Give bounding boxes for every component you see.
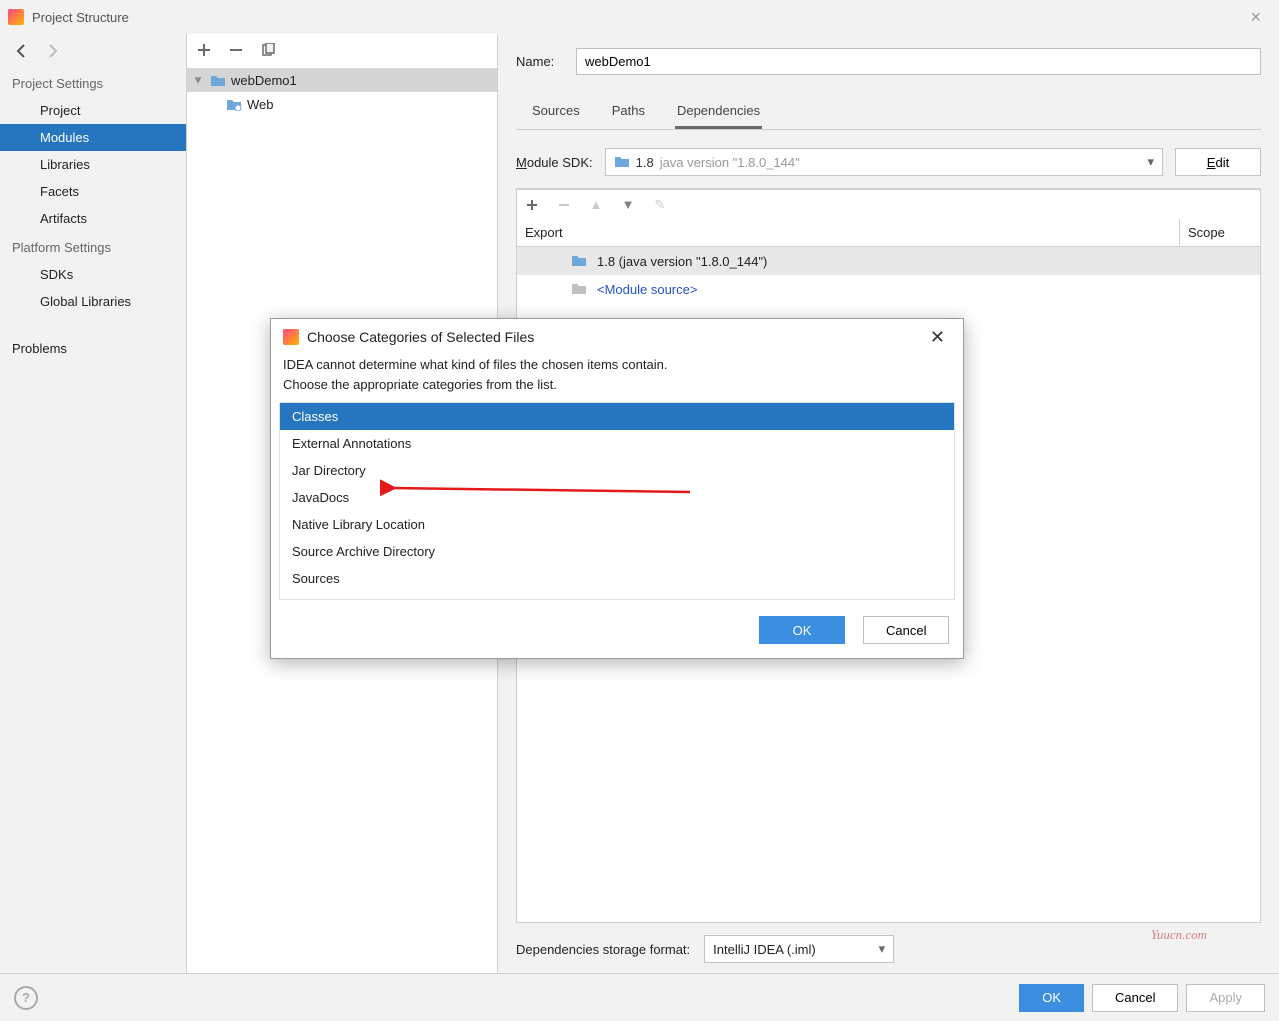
module-toolbar (187, 34, 497, 66)
folder-icon (614, 154, 630, 171)
down-icon[interactable]: ▼ (619, 196, 637, 214)
tree-root-label: webDemo1 (231, 73, 297, 88)
dep-storage-select[interactable]: IntelliJ IDEA (.iml) ▾ (704, 935, 894, 963)
list-item-external-annotations[interactable]: External Annotations (280, 430, 954, 457)
dep-row-label: <Module source> (597, 282, 697, 297)
intellij-icon (8, 9, 24, 25)
modal-ok-button[interactable]: OK (759, 616, 845, 644)
edit-icon[interactable]: ✎ (651, 196, 669, 214)
name-label: Name: (516, 54, 564, 69)
tab-paths[interactable]: Paths (610, 95, 647, 129)
list-item-sources[interactable]: Sources (280, 565, 954, 592)
up-icon[interactable]: ▲ (587, 196, 605, 214)
list-item-jar-directory[interactable]: Jar Directory (280, 457, 954, 484)
sidebar-item-libraries[interactable]: Libraries (0, 151, 186, 178)
list-item-native-library-location[interactable]: Native Library Location (280, 511, 954, 538)
sdk-name: 1.8 (636, 155, 654, 170)
sdk-version: java version "1.8.0_144" (660, 155, 800, 170)
edit-button[interactable]: Edit (1175, 148, 1261, 176)
tree-root[interactable]: ▾ webDemo1 (187, 68, 497, 92)
sidebar-item-problems[interactable]: Problems (0, 335, 186, 362)
section-platform-settings: Platform Settings (0, 232, 186, 261)
dep-row-sdk[interactable]: 1.8 (java version "1.8.0_144") (517, 247, 1260, 275)
intellij-icon (283, 329, 299, 345)
module-sdk-select[interactable]: 1.8 java version "1.8.0_144" ▾ (605, 148, 1163, 176)
cancel-button[interactable]: Cancel (1092, 984, 1178, 1012)
sidebar-item-modules[interactable]: Modules (0, 124, 186, 151)
apply-button[interactable]: Apply (1186, 984, 1265, 1012)
close-icon[interactable]: × (1240, 3, 1271, 32)
dep-row-module-source[interactable]: <Module source> (517, 275, 1260, 303)
tree-child-label: Web (247, 97, 274, 112)
tab-dependencies[interactable]: Dependencies (675, 95, 762, 129)
chevron-down-icon: ▾ (1147, 154, 1154, 170)
copy-icon[interactable] (259, 41, 277, 59)
modal-message: IDEA cannot determine what kind of files… (271, 355, 963, 402)
ok-button[interactable]: OK (1019, 984, 1084, 1012)
sidebar-item-facets[interactable]: Facets (0, 178, 186, 205)
modal-title: Choose Categories of Selected Files (307, 329, 916, 345)
dependencies-toolbar: ▲ ▼ ✎ (517, 189, 1260, 219)
folder-icon (571, 281, 589, 298)
nav-bar (0, 34, 186, 68)
web-icon (225, 97, 243, 111)
category-list[interactable]: Classes External Annotations Jar Directo… (279, 402, 955, 600)
sidebar-item-project[interactable]: Project (0, 97, 186, 124)
close-icon[interactable]: ✕ (924, 327, 951, 348)
tree-child[interactable]: Web (187, 92, 497, 116)
dep-storage-label: Dependencies storage format: (516, 942, 690, 957)
sidebar-item-sdks[interactable]: SDKs (0, 261, 186, 288)
remove-icon[interactable] (555, 196, 573, 214)
back-icon[interactable] (12, 41, 32, 61)
remove-icon[interactable] (227, 41, 245, 59)
title-bar: Project Structure × (0, 0, 1279, 34)
list-item-source-archive-directory[interactable]: Source Archive Directory (280, 538, 954, 565)
sidebar: Project Settings Project Modules Librari… (0, 34, 187, 973)
watermark: Yuucn.com (1151, 927, 1207, 943)
choose-categories-dialog: Choose Categories of Selected Files ✕ ID… (270, 318, 964, 659)
col-scope: Scope (1180, 219, 1260, 246)
bottom-bar: ? OK Cancel Apply (0, 973, 1279, 1021)
dep-row-label: 1.8 (java version "1.8.0_144") (597, 254, 767, 269)
name-input[interactable] (576, 48, 1261, 75)
add-icon[interactable] (523, 196, 541, 214)
window-title: Project Structure (32, 10, 1240, 25)
folder-icon (209, 73, 227, 87)
modal-cancel-button[interactable]: Cancel (863, 616, 949, 644)
folder-icon (571, 253, 589, 270)
add-icon[interactable] (195, 41, 213, 59)
section-project-settings: Project Settings (0, 68, 186, 97)
forward-icon[interactable] (42, 41, 62, 61)
module-sdk-label: Module SDK: (516, 155, 593, 170)
sidebar-item-artifacts[interactable]: Artifacts (0, 205, 186, 232)
list-item-javadocs[interactable]: JavaDocs (280, 484, 954, 511)
chevron-down-icon[interactable]: ▾ (191, 72, 205, 88)
list-item-classes[interactable]: Classes (280, 403, 954, 430)
col-export: Export (517, 219, 1180, 246)
help-icon[interactable]: ? (14, 986, 38, 1010)
module-tabs: Sources Paths Dependencies (516, 95, 1261, 130)
dep-storage-value: IntelliJ IDEA (.iml) (713, 942, 816, 957)
chevron-down-icon: ▾ (879, 941, 886, 957)
tab-sources[interactable]: Sources (530, 95, 582, 129)
sidebar-item-global-libraries[interactable]: Global Libraries (0, 288, 186, 315)
